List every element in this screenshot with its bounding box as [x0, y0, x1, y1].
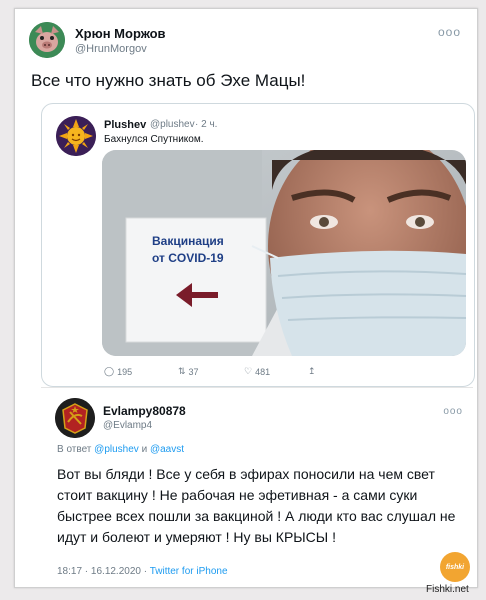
reply-meta: 18:17 · 16.12.2020 · Twitter for iPhone [57, 566, 228, 577]
tweet-card: Хрюн Моржов @HrunMorgov ooo Все что нужн… [14, 8, 478, 588]
fishki-logo: fishki [440, 552, 470, 582]
author-name[interactable]: Хрюн Моржов [75, 26, 166, 41]
reply-text: Вот вы бляди ! Все у себя в эфирах понос… [57, 466, 456, 545]
reply-author-avatar[interactable] [55, 398, 95, 438]
reply-source[interactable]: Twitter for iPhone [150, 566, 228, 577]
quoted-author-avatar[interactable] [56, 116, 96, 156]
quoted-author-name[interactable]: Plushev [104, 119, 146, 131]
more-options-icon[interactable]: ooo [438, 25, 461, 39]
like-action[interactable]: ♡ 481 [244, 366, 270, 377]
reply-to-plushev-link[interactable]: @plushev [94, 444, 139, 455]
vaccination-sign-line-1: Вакцинация [152, 234, 224, 248]
like-count: 481 [255, 366, 271, 377]
fishki-logo-text: fishki [445, 563, 465, 571]
fishki-watermark: Fishki.net [426, 584, 469, 595]
quoted-author-handle[interactable]: @plushev [150, 119, 195, 130]
quoted-tweet[interactable]: Plushev @plushev · 2 ч. Бахнулся Спутник… [41, 103, 475, 387]
reply-timestamp[interactable]: 18:17 · 16.12.2020 · [57, 566, 147, 577]
reply-count: 195 [117, 366, 133, 377]
reply-more-options-icon[interactable]: ooo [443, 406, 463, 417]
emblem-icon [55, 398, 95, 438]
vaccination-sign-line-2: от COVID-19 [152, 251, 224, 265]
share-icon: ↥ [308, 366, 316, 376]
arrow-left-icon [176, 283, 218, 307]
sun-logo-icon [56, 116, 96, 156]
reply-prefix: В ответ [57, 444, 92, 455]
retweet-action[interactable]: ⇅ 37 [178, 366, 199, 377]
author-avatar[interactable] [29, 22, 65, 58]
author-handle[interactable]: @HrunMorgov [75, 43, 147, 55]
reply-author-name[interactable]: Evlampy80878 [103, 404, 186, 418]
heart-icon: ♡ [244, 366, 253, 376]
reply-and: и [141, 444, 148, 455]
reply-icon: ◯ [104, 366, 115, 376]
reply-context: В ответ @plushev и @aavst [57, 444, 184, 455]
quoted-time[interactable]: · 2 ч. [195, 119, 217, 130]
retweet-count: 37 [188, 366, 199, 377]
author-avatar-image [29, 22, 65, 58]
reply-to-aavst-link[interactable]: @aavst [150, 444, 184, 455]
tweet-photo[interactable]: Вакцинация от COVID-19 [102, 150, 466, 356]
reply-tweet: Evlampy80878 @Evlamp4 ooo В ответ @plush… [41, 387, 473, 584]
quoted-text: Бахнулся Спутником. [104, 134, 204, 145]
retweet-icon: ⇅ [178, 366, 186, 376]
reply-author-handle[interactable]: @Evlamp4 [103, 420, 152, 431]
reply-action[interactable]: ◯ 195 [104, 366, 132, 377]
tweet-text: Все что нужно знать об Эхе Мацы! [31, 71, 306, 90]
share-action[interactable]: ↥ [308, 366, 316, 377]
